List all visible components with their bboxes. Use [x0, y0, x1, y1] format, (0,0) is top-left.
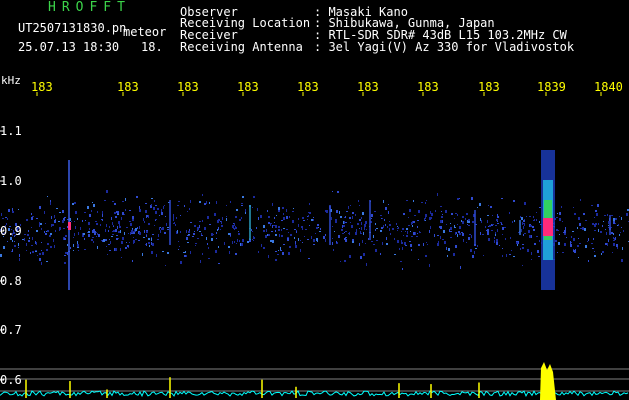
info-label-antenna: Receiving Antenna	[180, 40, 303, 54]
noise-band	[0, 190, 629, 270]
y-tick-label: 0.6	[0, 373, 22, 387]
meteor-label: meteor	[123, 25, 167, 39]
x-tick-label: 183	[417, 80, 439, 94]
app-brand: HROFFT	[48, 0, 131, 15]
y-tick-label: 1.1	[0, 124, 22, 138]
power-trace	[0, 390, 629, 398]
x-tick-label: 183	[117, 80, 139, 94]
x-tick-label: 183	[177, 80, 199, 94]
x-tick-label: 183	[237, 80, 259, 94]
signal-hotspot	[68, 222, 71, 230]
x-tick-label: 1839	[537, 80, 566, 94]
timestamp: 25.07.13 18:30	[18, 40, 120, 54]
file-name: UT2507131830.pn	[18, 21, 127, 35]
y-tick-label: 0.9	[0, 224, 22, 238]
x-tick-label: 183	[297, 80, 319, 94]
meteor-count: 18.	[141, 40, 163, 54]
x-tick-label: 183	[357, 80, 379, 94]
y-tick-label: 0.8	[0, 274, 22, 288]
x-tick-label: 183	[478, 80, 500, 94]
y-axis-unit: kHz	[1, 74, 21, 87]
y-tick-label: 0.7	[0, 323, 22, 337]
meteor-echo-core	[543, 218, 553, 236]
x-tick-label: 183	[31, 80, 53, 94]
info-value-antenna: : 3el Yagi(V) Az 330 for Vladivostok	[314, 40, 575, 54]
x-tick-label: 1840	[594, 80, 623, 94]
power-peak-meteor	[540, 362, 556, 400]
y-tick-label: 1.0	[0, 174, 22, 188]
spectrogram-plot	[0, 92, 629, 400]
